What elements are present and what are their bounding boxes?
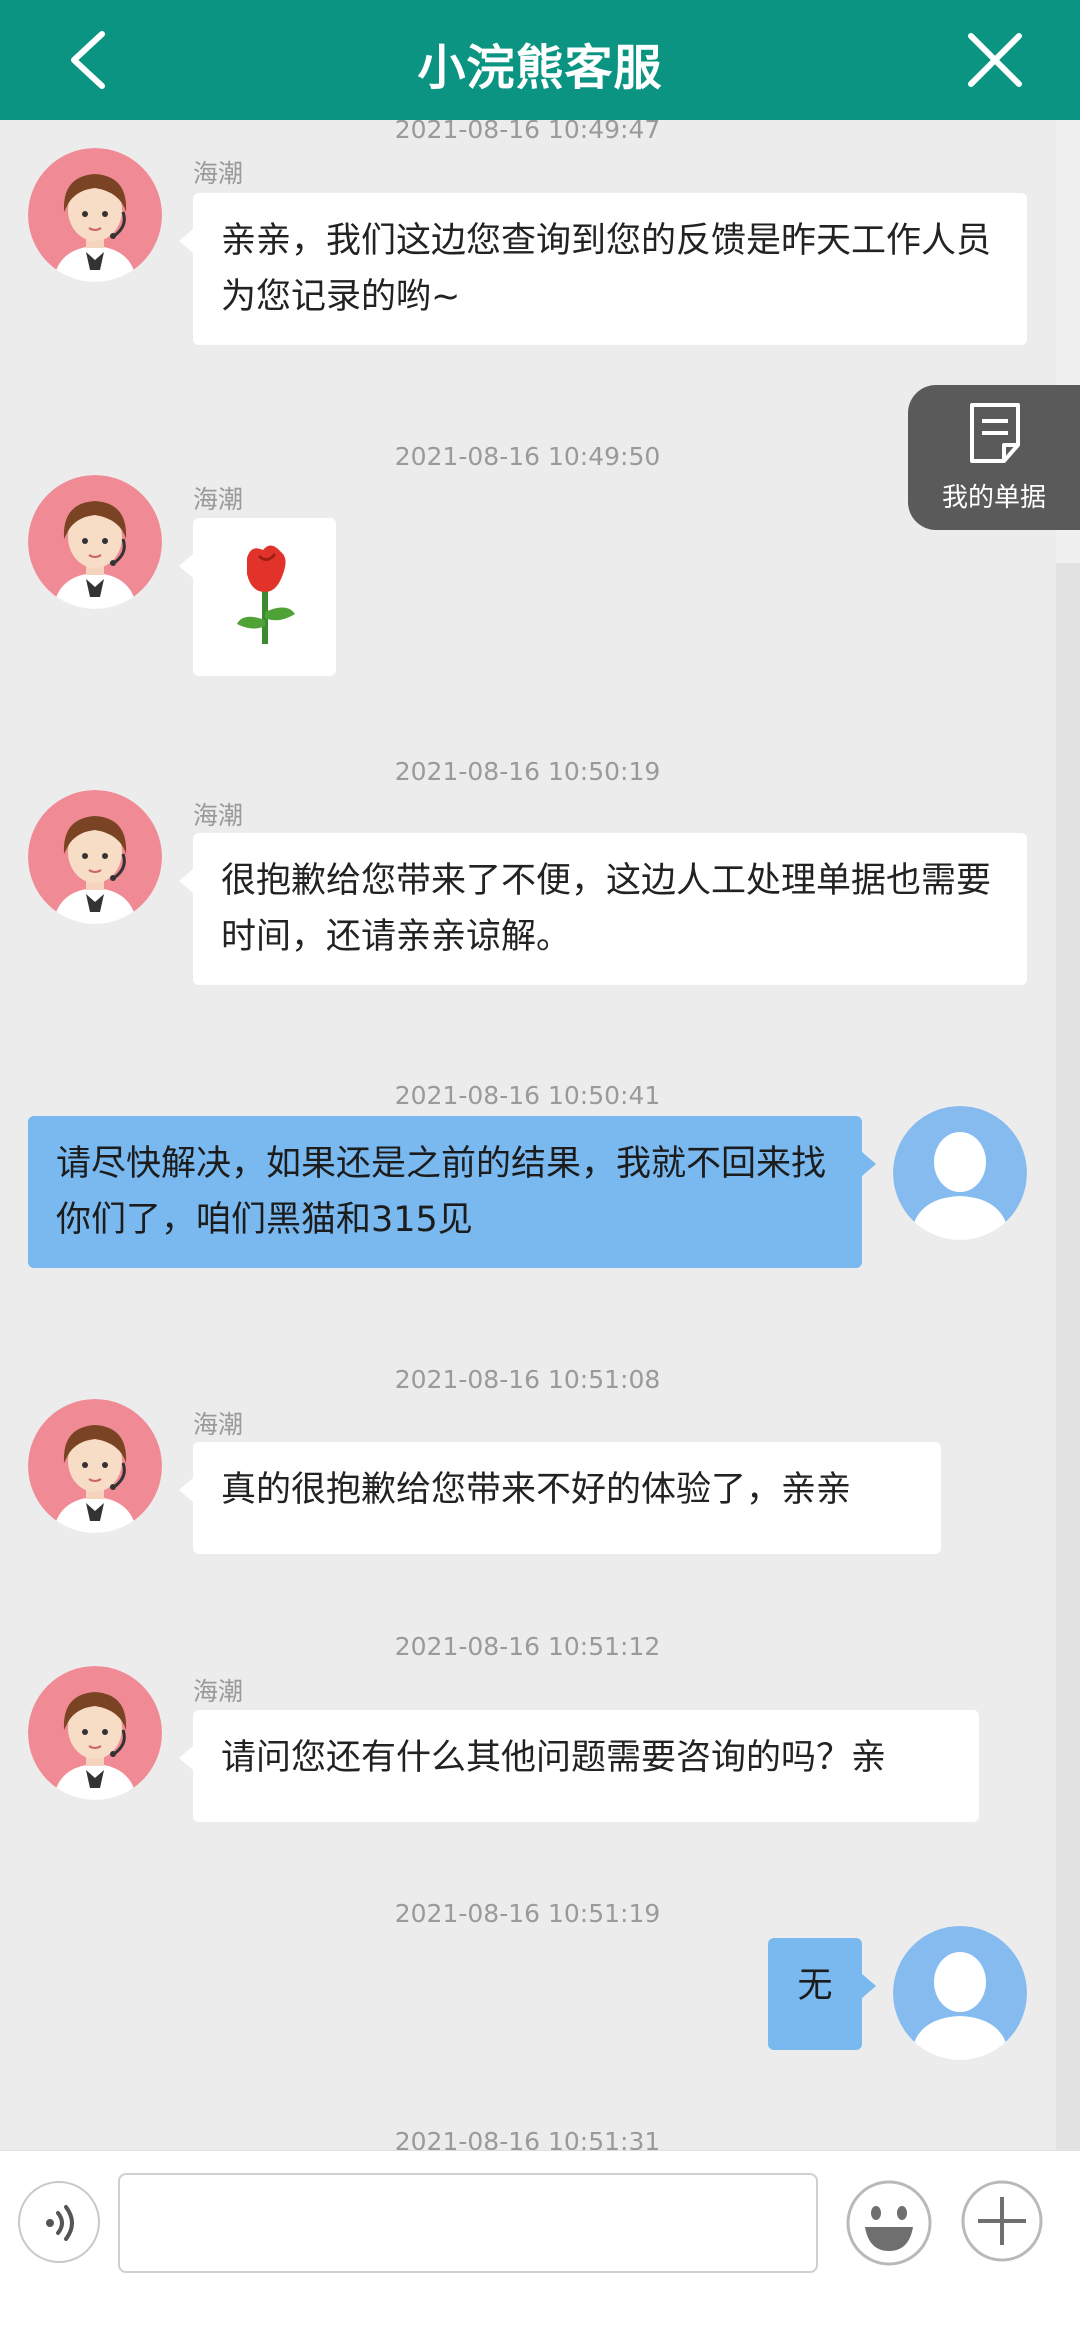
message-timestamp: 2021-08-16 10:51:12 [394,1632,661,1661]
message-input[interactable] [118,2173,818,2273]
agent-name: 海潮 [193,1677,244,1706]
agent-avatar[interactable] [28,475,162,609]
user-avatar-icon [893,1926,1027,2060]
message-timestamp: 2021-08-16 10:51:19 [394,1899,661,1928]
agent-message-bubble[interactable]: 请问您还有什么其他问题需要咨询的吗？亲 [179,1710,979,1822]
agent-avatar-icon [28,148,162,282]
agent-avatar-icon [28,1666,162,1800]
voice-icon [46,2205,74,2241]
user-avatar-icon [893,1106,1027,1240]
agent-name: 海潮 [193,159,244,188]
agent-avatar-icon [28,790,162,924]
agent-avatar[interactable] [28,1399,162,1533]
voice-input-button[interactable] [18,2181,100,2263]
agent-avatar[interactable] [28,148,162,282]
agent-avatar-icon [28,1399,162,1533]
close-icon[interactable] [965,30,1025,90]
message-timestamp: 2021-08-16 10:51:08 [394,1365,661,1394]
agent-avatar-icon [28,475,162,609]
message-timestamp: 2021-08-16 10:49:50 [394,442,661,471]
message-timestamp: 2021-08-16 10:50:41 [394,1081,661,1110]
message-timestamp: 2021-08-16 10:49:47 [394,120,661,144]
rose-icon [237,545,295,644]
agent-name: 海潮 [193,1410,244,1439]
input-bar [0,2150,1080,2340]
page-title: 小浣熊客服 [417,40,663,96]
agent-message-bubble[interactable]: 亲亲，我们这边您查询到您的反馈是昨天工作人员为您记录的哟~ [179,193,1027,345]
agent-name: 海潮 [193,485,244,514]
document-icon [970,403,1020,463]
agent-name: 海潮 [193,801,244,830]
user-message-bubble[interactable]: 请尽快解决，如果还是之前的结果，我就不回来找你们了，咱们黑猫和315见 [28,1116,876,1268]
user-avatar[interactable] [893,1106,1027,1240]
user-message-bubble[interactable]: 无 [768,1938,876,2050]
header-bar: 小浣熊客服 [0,0,1080,120]
agent-avatar[interactable] [28,1666,162,1800]
message-timestamp: 2021-08-16 10:50:19 [394,757,661,786]
plus-icon[interactable] [960,2179,1044,2263]
emoji-icon[interactable] [845,2179,933,2267]
agent-message-bubble[interactable]: 很抱歉给您带来了不便，这边人工处理单据也需要时间，还请亲亲谅解。 [179,833,1027,985]
agent-message-bubble[interactable]: 真的很抱歉给您带来不好的体验了，亲亲 [179,1442,941,1554]
my-orders-label: 我的单据 [941,483,1046,513]
agent-avatar[interactable] [28,790,162,924]
my-orders-button[interactable]: 我的单据 [908,385,1080,530]
message-timestamp: 2021-08-16 10:51:31 [394,2127,661,2150]
agent-image-bubble[interactable] [179,518,336,676]
user-avatar[interactable] [893,1926,1027,2060]
